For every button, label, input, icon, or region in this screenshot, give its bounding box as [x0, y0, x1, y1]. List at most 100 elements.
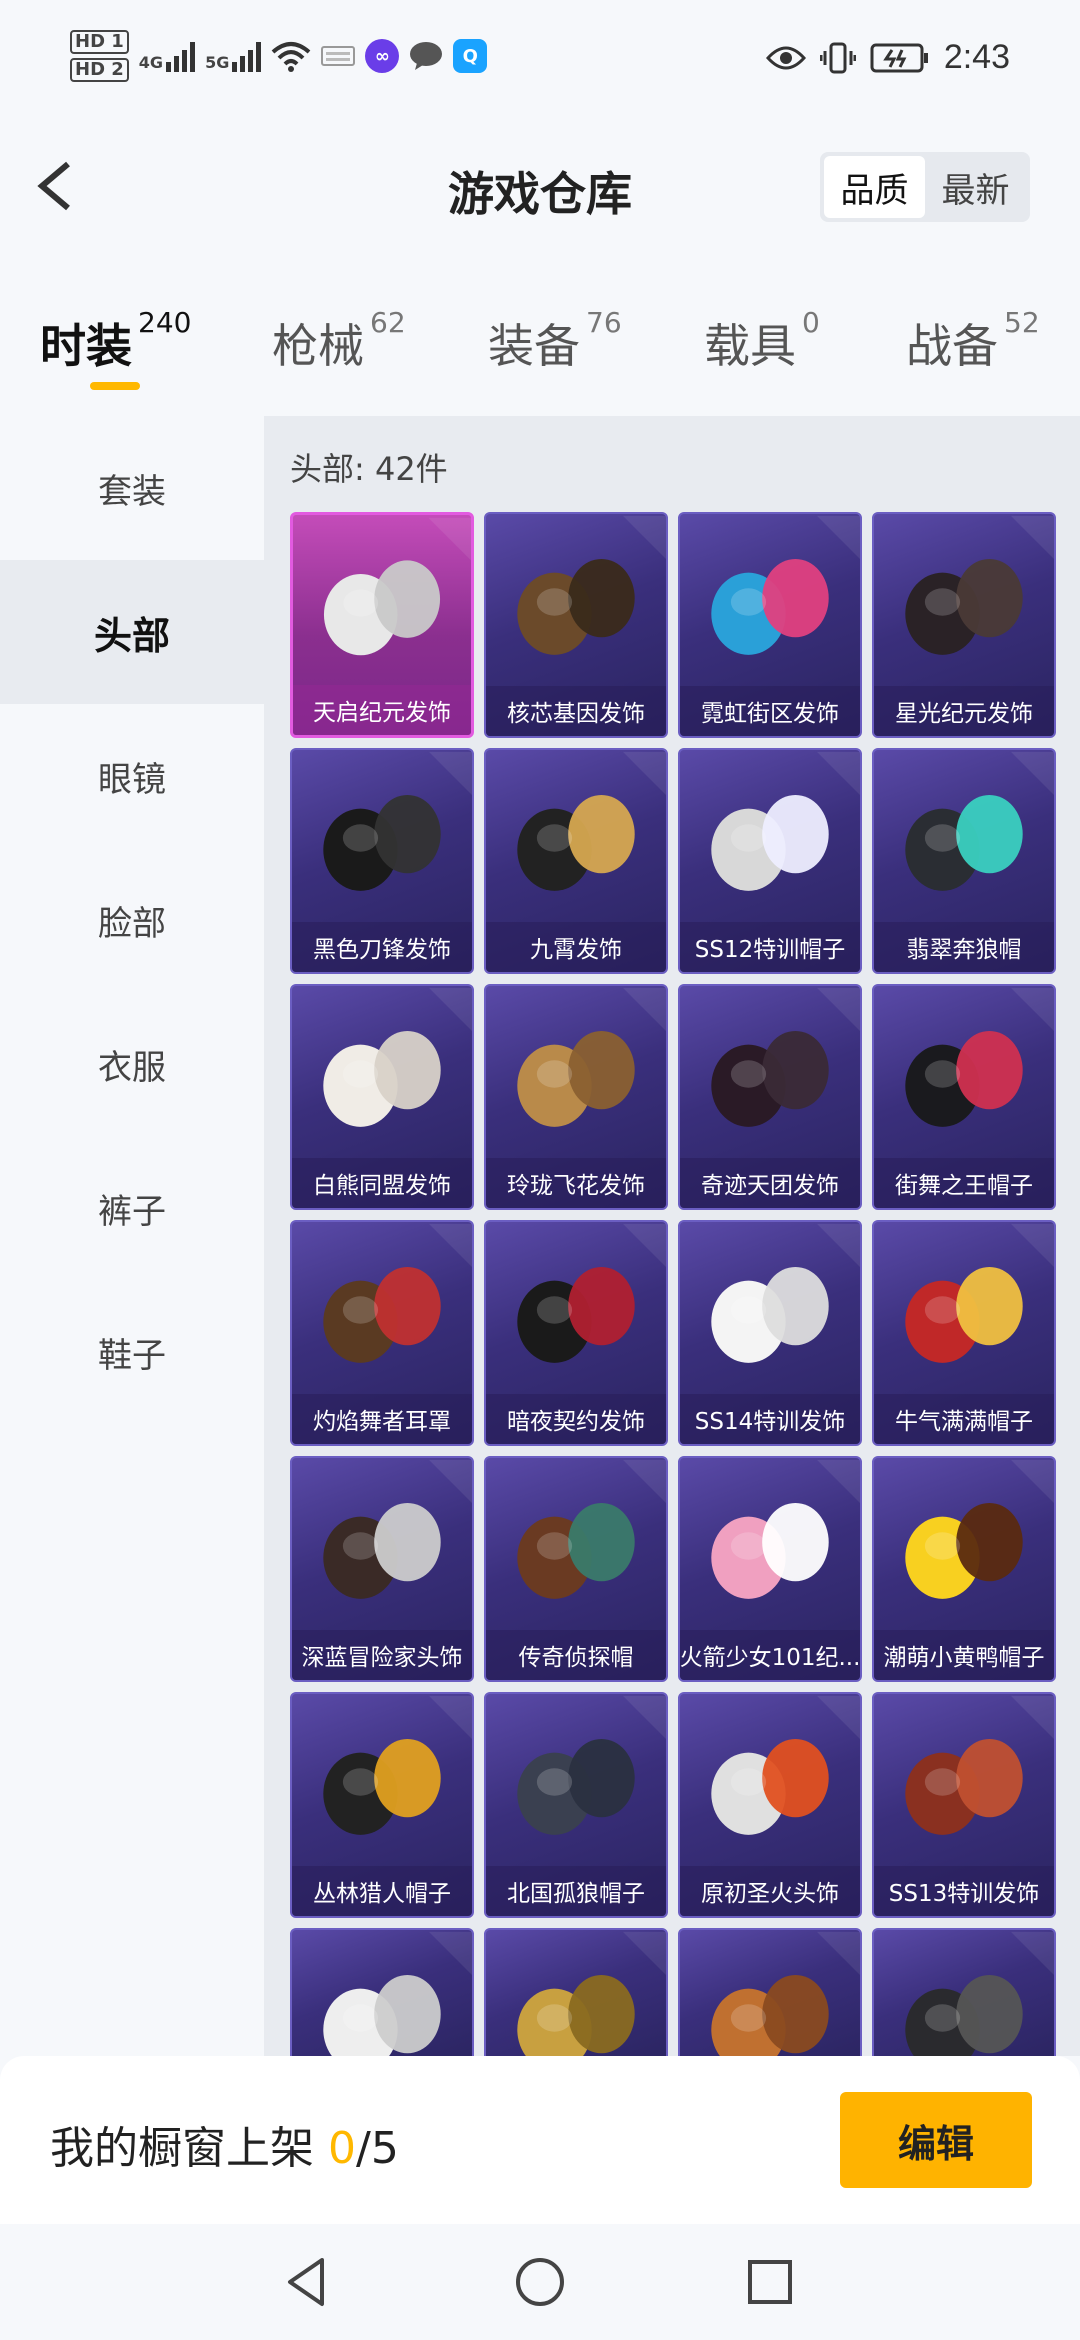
sidebar-item-pants[interactable]: 裤子	[0, 1136, 264, 1280]
network-4g-label: 4G	[138, 53, 164, 72]
showcase-label: 我的橱窗上架	[50, 2123, 328, 2174]
item-thumbnail	[905, 1223, 1054, 1363]
search-app-icon: Q	[453, 39, 488, 73]
item-thumbnail	[711, 751, 860, 891]
item-name: 暗夜契约发饰	[486, 1394, 666, 1444]
battery-icon	[870, 43, 928, 72]
sidebar-item-face[interactable]: 脸部	[0, 848, 264, 992]
item-name: 天启纪元发饰	[293, 685, 471, 735]
tab-supplies[interactable]: 战备 52	[906, 306, 1040, 376]
item-card[interactable]: 灼焰舞者耳罩	[290, 1220, 474, 1446]
status-left: HD 1 HD 2 4G 5G ∞ Q	[70, 30, 488, 82]
page-header: 游戏仓库 品质 最新	[0, 124, 1080, 252]
signal-4g: 4G	[138, 40, 196, 72]
item-thumbnail	[711, 515, 860, 655]
signal-5g: 5G	[205, 40, 262, 72]
sidebar-item-suit[interactable]: 套装	[0, 416, 264, 560]
nav-back-icon[interactable]	[276, 2250, 340, 2314]
sort-toggle: 品质 最新	[820, 152, 1030, 222]
item-thumbnail	[323, 1223, 472, 1363]
item-card[interactable]: 核芯基因发饰	[484, 512, 668, 738]
active-tab-indicator	[90, 382, 140, 390]
item-name: 原初圣火头饰	[680, 1866, 860, 1916]
item-thumbnail	[711, 987, 860, 1127]
item-name: 牛气满满帽子	[874, 1394, 1054, 1444]
item-card[interactable]: 传奇侦探帽	[484, 1456, 668, 1682]
item-thumbnail	[905, 515, 1054, 655]
sidebar-item-shoes[interactable]: 鞋子	[0, 1280, 264, 1424]
item-card[interactable]: 深蓝冒险家头饰	[290, 1456, 474, 1682]
item-name: SS12特训帽子	[680, 922, 860, 972]
item-card[interactable]: 街舞之王帽子	[872, 984, 1056, 1210]
item-card[interactable]: SS13特训发饰	[872, 1692, 1056, 1918]
item-thumbnail	[323, 1931, 472, 2056]
item-thumbnail	[323, 1459, 472, 1599]
item-name: 黑色刀锋发饰	[292, 922, 472, 972]
item-card[interactable]: SS14特训发饰	[678, 1220, 862, 1446]
item-card[interactable]: 奇迹天团发饰	[678, 984, 862, 1210]
hd2-label: HD 2	[70, 58, 129, 82]
item-card[interactable]	[484, 1928, 668, 2056]
item-card[interactable]: 牛气满满帽子	[872, 1220, 1056, 1446]
sidebar-item-clothes[interactable]: 衣服	[0, 992, 264, 1136]
showcase-total: /5	[356, 2123, 399, 2174]
hd1-label: HD 1	[70, 30, 129, 54]
item-card[interactable]: 九霄发饰	[484, 748, 668, 974]
item-name: 玲珑飞花发饰	[486, 1158, 666, 1208]
item-card[interactable]: 丛林猎人帽子	[290, 1692, 474, 1918]
item-card[interactable]: 星光纪元发饰	[872, 512, 1056, 738]
item-name: 霓虹街区发饰	[680, 686, 860, 736]
nav-recents-icon[interactable]	[738, 2250, 802, 2314]
item-thumbnail	[905, 751, 1054, 891]
tab-label: 时装	[40, 319, 132, 373]
item-name: 潮萌小黄鸭帽子	[874, 1630, 1054, 1680]
status-right: 2:43	[765, 38, 1010, 77]
item-card[interactable]: 白熊同盟发饰	[290, 984, 474, 1210]
item-card[interactable]: 北国孤狼帽子	[484, 1692, 668, 1918]
item-card[interactable]: 天启纪元发饰	[290, 512, 474, 738]
item-thumbnail	[323, 1695, 472, 1835]
item-name: SS13特训发饰	[874, 1866, 1054, 1916]
item-card[interactable]: SS12特训帽子	[678, 748, 862, 974]
item-card[interactable]	[678, 1928, 862, 2056]
sort-newest-option[interactable]: 最新	[925, 156, 1026, 218]
item-name: SS14特训发饰	[680, 1394, 860, 1444]
item-card[interactable]: 原初圣火头饰	[678, 1692, 862, 1918]
item-thumbnail	[323, 987, 472, 1127]
item-thumbnail	[905, 987, 1054, 1127]
tab-label: 枪械	[272, 319, 364, 373]
item-thumbnail	[711, 1931, 860, 2056]
sidebar-item-glasses[interactable]: 眼镜	[0, 704, 264, 848]
item-name: 深蓝冒险家头饰	[292, 1630, 472, 1680]
wifi-icon	[272, 42, 311, 72]
tab-fashion[interactable]: 时装 240	[40, 306, 191, 376]
item-thumbnail	[711, 1695, 860, 1835]
nav-home-icon[interactable]	[508, 2250, 572, 2314]
item-thumbnail	[711, 1459, 860, 1599]
item-card[interactable]	[872, 1928, 1056, 2056]
item-card[interactable]: 霓虹街区发饰	[678, 512, 862, 738]
item-card[interactable]: 翡翠奔狼帽	[872, 748, 1056, 974]
item-thumbnail	[517, 515, 666, 655]
item-card[interactable]: 潮萌小黄鸭帽子	[872, 1456, 1056, 1682]
tab-vehicles[interactable]: 载具 0	[704, 306, 820, 376]
tab-guns[interactable]: 枪械 62	[272, 306, 406, 376]
item-name: 北国孤狼帽子	[486, 1866, 666, 1916]
tab-label: 战备	[906, 319, 998, 373]
item-card[interactable]: 玲珑飞花发饰	[484, 984, 668, 1210]
edit-button[interactable]: 编辑	[840, 2092, 1032, 2188]
item-thumbnail	[517, 1695, 666, 1835]
item-card[interactable]	[290, 1928, 474, 2056]
item-card[interactable]: 黑色刀锋发饰	[290, 748, 474, 974]
tab-count: 76	[586, 306, 622, 339]
eye-icon	[765, 46, 806, 69]
item-card[interactable]: 暗夜契约发饰	[484, 1220, 668, 1446]
item-thumbnail	[323, 751, 472, 891]
item-card[interactable]: 火箭少女101纪...	[678, 1456, 862, 1682]
sort-quality-option[interactable]: 品质	[824, 156, 925, 218]
item-name: 传奇侦探帽	[486, 1630, 666, 1680]
tab-equipment[interactable]: 装备 76	[488, 306, 622, 376]
signal-bars-icon	[232, 40, 262, 72]
item-name: 核芯基因发饰	[486, 686, 666, 736]
sidebar-item-head[interactable]: 头部	[0, 560, 264, 704]
